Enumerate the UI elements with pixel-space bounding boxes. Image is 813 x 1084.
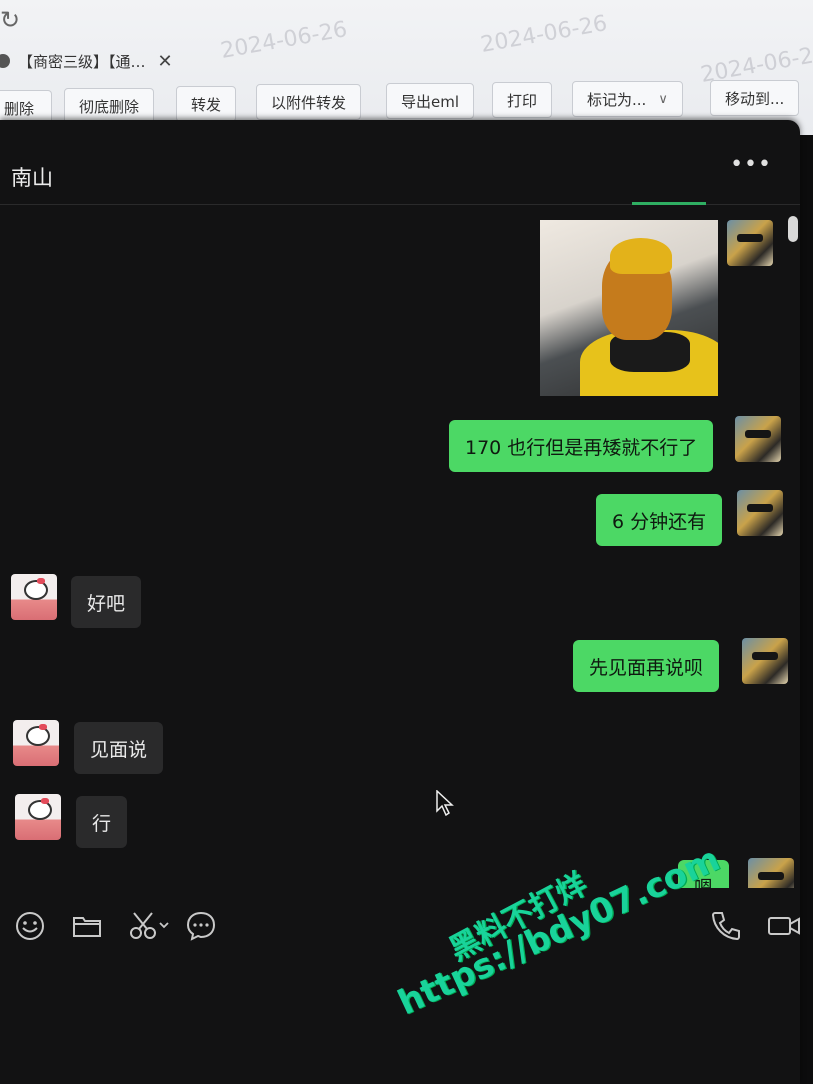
chat-bubble-icon[interactable] xyxy=(185,910,217,942)
avatar[interactable] xyxy=(748,858,794,888)
print-button[interactable]: 打印 xyxy=(492,82,553,118)
emoji-icon[interactable] xyxy=(14,910,46,942)
input-toolbar xyxy=(0,910,800,954)
video-icon[interactable] xyxy=(767,910,801,942)
mouse-cursor-icon xyxy=(436,790,454,816)
close-icon[interactable]: ✕ xyxy=(158,51,173,72)
folder-icon[interactable] xyxy=(71,910,103,942)
avatar[interactable] xyxy=(13,720,59,766)
avatar[interactable] xyxy=(727,220,773,266)
avatar[interactable] xyxy=(11,574,57,620)
mark-as-dropdown[interactable]: 标记为... ∨ xyxy=(572,81,683,117)
scissors-icon[interactable] xyxy=(128,910,174,942)
incoming-message-bubble[interactable]: 好吧 xyxy=(71,576,142,628)
export-eml-button[interactable]: 导出eml xyxy=(386,83,475,119)
scrollbar-thumb[interactable] xyxy=(788,216,798,242)
chat-title: 南山 xyxy=(11,166,53,190)
image-message[interactable] xyxy=(540,220,718,396)
mail-tab-title: 【商密三级】【通… xyxy=(18,52,146,71)
forward-as-attachment-button[interactable]: 以附件转发 xyxy=(256,84,362,120)
incoming-message-bubble[interactable]: 行 xyxy=(76,796,128,848)
reload-icon[interactable]: ↻ xyxy=(0,6,20,34)
globe-icon xyxy=(0,54,10,68)
chevron-down-icon: ∨ xyxy=(658,91,668,107)
delete-permanently-button[interactable]: 彻底删除 xyxy=(64,88,155,124)
outgoing-message-bubble[interactable]: 170 也行但是再矮就不行了 xyxy=(449,420,714,472)
forward-button[interactable]: 转发 xyxy=(176,86,237,122)
phone-icon[interactable] xyxy=(710,910,742,942)
move-to-button[interactable]: 移动到... xyxy=(710,80,800,116)
avatar[interactable] xyxy=(737,490,783,536)
more-dots-icon[interactable]: ••• xyxy=(730,152,772,177)
avatar[interactable] xyxy=(15,794,61,840)
incoming-message-bubble[interactable]: 见面说 xyxy=(74,722,164,774)
chat-window: 南山 ••• 170 也行但是再矮就不行了 6 分钟还有 好吧 先见面再说呗 见… xyxy=(0,120,800,1084)
outgoing-message-bubble[interactable]: 先见面再说呗 xyxy=(573,640,720,692)
avatar[interactable] xyxy=(742,638,788,684)
header-accent-line xyxy=(632,202,706,205)
mail-tab-bar: 【商密三级】【通… ✕ xyxy=(0,46,813,76)
mail-tab[interactable]: 【商密三级】【通… ✕ xyxy=(0,46,220,76)
outgoing-message-bubble[interactable]: 6 分钟还有 xyxy=(596,494,723,546)
email-client-header: ↻ 2024-06-26 2024-06-26 2024-06-26 【商密三级… xyxy=(0,0,813,135)
avatar[interactable] xyxy=(735,416,781,462)
